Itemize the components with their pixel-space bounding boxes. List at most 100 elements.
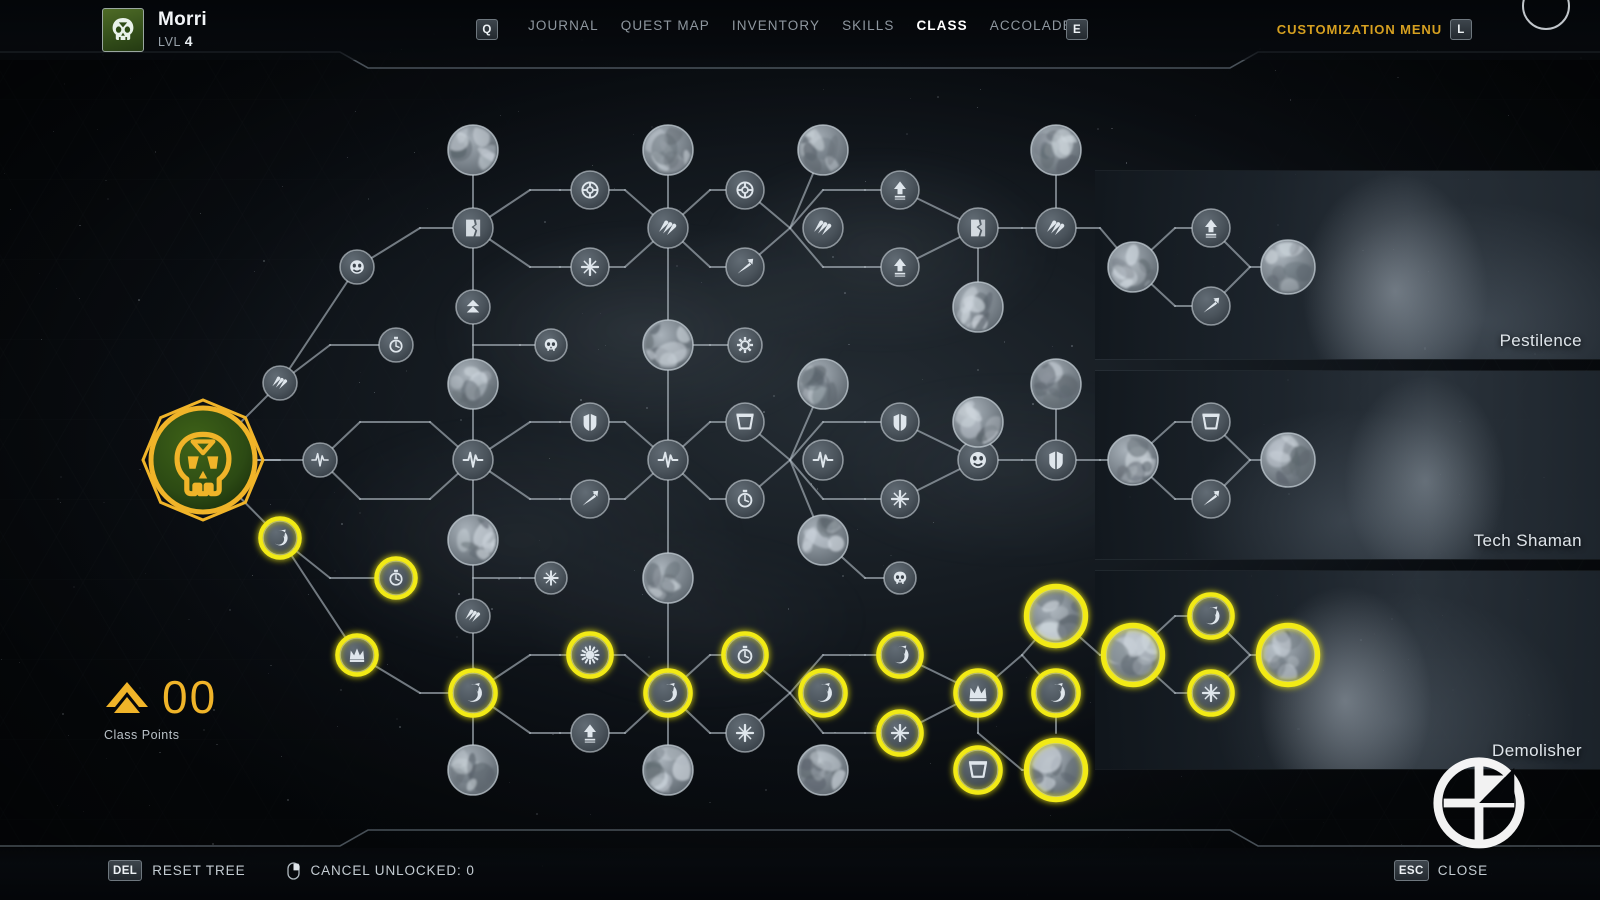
node-swirl-7[interactable]	[1187, 592, 1235, 640]
node-anvil-2[interactable]	[953, 745, 1003, 795]
node-ability-16[interactable]	[1020, 354, 1082, 418]
node-stopwatch-4[interactable]	[721, 631, 769, 679]
node-ability-13[interactable]	[952, 281, 1004, 342]
node-swoosh-2[interactable]	[725, 247, 765, 287]
class-root[interactable]	[141, 398, 265, 522]
node-ability-1[interactable]	[436, 119, 510, 176]
customization-menu-label: CUSTOMIZATION MENU	[1276, 22, 1442, 37]
player-level: LVL 4	[158, 33, 193, 49]
node-crown-1[interactable]	[335, 633, 379, 677]
node-ammo-1[interactable]	[262, 365, 298, 401]
node-swirl-1[interactable]	[258, 516, 302, 560]
starburst-icon	[890, 723, 910, 743]
node-crown-2[interactable]	[953, 668, 1003, 718]
node-arrowup-2[interactable]	[880, 170, 920, 210]
node-swirl-3[interactable]	[643, 668, 693, 718]
node-swoosh-1[interactable]	[570, 479, 610, 519]
node-shield-1[interactable]	[570, 402, 610, 442]
tab-skills[interactable]: SKILLS	[842, 18, 894, 33]
node-ultimate-pestilence[interactable]	[1260, 227, 1318, 300]
node-starburst-2[interactable]	[534, 561, 568, 595]
node-shieldcross-2[interactable]	[725, 170, 765, 210]
node-ultimate-demolisher[interactable]	[1255, 619, 1321, 688]
node-chevrons-1[interactable]	[455, 289, 491, 325]
tab-journal[interactable]: JOURNAL	[528, 18, 599, 33]
node-pulse-1[interactable]	[302, 442, 338, 478]
node-ability-21[interactable]	[1098, 618, 1169, 688]
node-starburst-6[interactable]	[1187, 669, 1235, 717]
node-ability-14[interactable]	[947, 394, 1011, 450]
node-stopwatch-1[interactable]	[378, 327, 414, 363]
skill-tree-canvas[interactable]	[0, 0, 1600, 900]
tab-inventory[interactable]: INVENTORY	[732, 18, 820, 33]
customization-menu-key[interactable]: L	[1450, 19, 1472, 40]
node-sun-1[interactable]	[566, 631, 614, 679]
node-mask-1[interactable]	[339, 249, 375, 285]
node-ability-15[interactable]	[1028, 124, 1086, 185]
node-arrowup-3[interactable]	[880, 247, 920, 287]
node-ability-18[interactable]	[1022, 737, 1089, 803]
node-ammo-2[interactable]	[455, 598, 491, 634]
class-root-node[interactable]	[141, 398, 265, 522]
root-disc	[148, 405, 258, 515]
chevron-up-icon	[106, 682, 148, 714]
tab-quest-map[interactable]: QUEST MAP	[621, 18, 710, 33]
node-swoosh-4[interactable]	[1191, 479, 1231, 519]
node-ability-8[interactable]	[635, 743, 704, 806]
node-ability-4[interactable]	[441, 744, 504, 797]
node-anvil-3[interactable]	[1191, 402, 1231, 442]
node-stopwatch-3[interactable]	[725, 479, 765, 519]
node-ammo-5[interactable]	[1035, 207, 1077, 249]
node-ability-5[interactable]	[635, 120, 694, 181]
node-shieldcross-1[interactable]	[570, 170, 610, 210]
nav-next-key[interactable]: E	[1066, 19, 1088, 40]
node-skull-1[interactable]	[534, 328, 568, 362]
main-nav[interactable]: JOURNAL QUEST MAP INVENTORY SKILLS CLASS ACCO…	[528, 18, 1083, 33]
starburst-icon	[580, 257, 600, 277]
node-ability-12[interactable]	[794, 743, 850, 796]
node-starburst-5[interactable]	[876, 709, 924, 757]
reset-tree-key[interactable]: DEL	[108, 860, 143, 881]
node-ability-9[interactable]	[791, 120, 849, 177]
cancel-unlocked-label[interactable]: CANCEL UNLOCKED: 0	[310, 863, 474, 878]
node-ability-3[interactable]	[447, 505, 502, 566]
node-starburst-4[interactable]	[880, 479, 920, 519]
node-swirl-2[interactable]	[448, 668, 498, 718]
node-pulse-3[interactable]	[647, 439, 689, 481]
close-key[interactable]: ESC	[1393, 860, 1429, 881]
node-swoosh-3[interactable]	[1191, 286, 1231, 326]
node-ability-11[interactable]	[797, 507, 849, 566]
node-stopwatch-2[interactable]	[374, 556, 418, 600]
reset-tree-label[interactable]: RESET TREE	[152, 863, 245, 878]
nav-prev-key[interactable]: Q	[476, 19, 498, 40]
node-swirl-6[interactable]	[1031, 668, 1081, 718]
node-skull-2[interactable]	[883, 561, 917, 595]
node-ability-2[interactable]	[447, 358, 502, 413]
node-scroll-1[interactable]	[452, 207, 494, 249]
node-ability-10[interactable]	[795, 358, 849, 410]
node-ammo-4[interactable]	[802, 207, 844, 249]
node-pulse-4[interactable]	[802, 439, 844, 481]
tab-class[interactable]: CLASS	[916, 18, 967, 33]
node-ability-7[interactable]	[642, 552, 694, 606]
customization-menu-button[interactable]: CUSTOMIZATION MENU L	[1277, 19, 1472, 40]
node-anvil-1[interactable]	[725, 402, 765, 442]
node-gear-1[interactable]	[727, 327, 763, 363]
node-scroll-2[interactable]	[957, 207, 999, 249]
node-starburst-3[interactable]	[725, 713, 765, 753]
node-ability-6[interactable]	[635, 317, 702, 374]
node-disc	[647, 439, 689, 481]
node-swirl-5[interactable]	[876, 631, 924, 679]
node-ammo-3[interactable]	[647, 207, 689, 249]
node-disc	[725, 170, 765, 210]
dexerto-watermark-logo	[1433, 757, 1525, 849]
node-arrowup-1[interactable]	[570, 713, 610, 753]
node-ultimate-techshaman[interactable]	[1260, 429, 1322, 499]
node-pulse-2[interactable]	[452, 439, 494, 481]
node-swirl-4[interactable]	[798, 668, 848, 718]
node-shield-2[interactable]	[880, 402, 920, 442]
node-arrowup-4[interactable]	[1191, 208, 1231, 248]
node-starburst-1[interactable]	[570, 247, 610, 287]
node-shield-3[interactable]	[1035, 439, 1077, 481]
close-label[interactable]: CLOSE	[1438, 863, 1488, 878]
